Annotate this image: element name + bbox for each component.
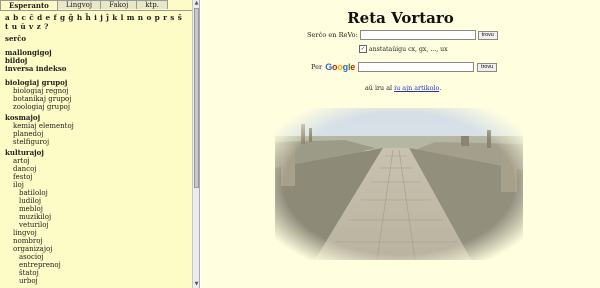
nav-link-inversa-indekso[interactable]: inversa indekso: [5, 65, 192, 73]
google-letter: e: [350, 62, 356, 72]
search-input[interactable]: [359, 30, 476, 40]
google-search-button[interactable]: trovu: [477, 62, 498, 72]
nav-link-zoologiaj-grupoj[interactable]: zoologiaj grupoj: [5, 103, 192, 111]
main-pane: Reta Vortaro Serĉo en ReVo: trovu ✓ anst…: [201, 0, 600, 288]
search-button[interactable]: trovu: [477, 30, 498, 40]
nav-scrollbar[interactable]: ▲ ▼: [192, 0, 200, 288]
scroll-up-icon[interactable]: ▲: [193, 0, 200, 7]
nav-link-mebloj[interactable]: mebloj: [5, 205, 192, 213]
random-article-line: aŭ iru al iu ajn artikolo.: [365, 84, 441, 92]
alphabet-index[interactable]: a b c ĉ d e f g ĝ h ĥ i j ĵ k l m n o p …: [0, 11, 192, 35]
nav-section-culture: kulturajoj artoj dancoj festoj iloj bati…: [0, 149, 192, 286]
tab-ktp[interactable]: ktp.: [136, 0, 169, 9]
navigation-pane: Esperanto Lingvoj Fakoj ktp. a b c ĉ d e…: [0, 0, 193, 288]
nav-link-ludiloj[interactable]: ludiloj: [5, 197, 192, 205]
scrollbar-thumb[interactable]: [194, 8, 199, 188]
nav-section-cosmos: kosmajoj kemiaj elementoj planedoj stelf…: [0, 114, 192, 147]
google-logo: Google: [325, 62, 355, 72]
nav-link-urboj[interactable]: urboj: [5, 277, 192, 285]
random-article-link[interactable]: iu ajn artikolo: [394, 84, 439, 92]
nav-link-planedoj[interactable]: planedoj: [5, 130, 192, 138]
nav-link-serco[interactable]: serĉo: [5, 35, 192, 43]
nav-link-entreprenoj[interactable]: entreprenoj: [5, 261, 192, 269]
nav-link-botanikaj-grupoj[interactable]: botanikaj grupoj: [5, 95, 192, 103]
random-prefix: aŭ iru al: [365, 84, 393, 92]
nav-link-veturiloj[interactable]: veturiloj: [5, 221, 192, 229]
tab-esperanto[interactable]: Esperanto: [0, 0, 58, 10]
nav-link-iloj[interactable]: iloj: [5, 181, 192, 189]
nav-link-muzikiloj[interactable]: muzikiloj: [5, 213, 192, 221]
nav-link-nombroj[interactable]: nombroj: [5, 237, 192, 245]
google-search-input[interactable]: [358, 62, 475, 72]
nav-section-search: serĉo: [0, 35, 192, 43]
nav-link-biologiaj-regnoj[interactable]: biologiaj regnoj: [5, 87, 192, 95]
nav-link-kemiaj-elementoj[interactable]: kemiaj elementoj: [5, 122, 192, 130]
tab-fakoj[interactable]: Fakoj: [100, 0, 138, 9]
nav-link-batiloloj[interactable]: batiloloj: [5, 189, 192, 197]
nav-link-festoj[interactable]: festoj: [5, 173, 192, 181]
nav-link-dancoj[interactable]: dancoj: [5, 165, 192, 173]
replace-option-row: ✓ anstataŭigu cx, gx, ..., ux: [359, 45, 448, 53]
per-label: Per: [311, 63, 323, 71]
scroll-down-icon[interactable]: ▼: [193, 281, 200, 288]
tab-lingvoj[interactable]: Lingvoj: [56, 0, 102, 9]
nav-link-mallongigoj[interactable]: mallongigoj: [5, 49, 192, 57]
nav-heading-kulturajoj[interactable]: kulturajoj: [5, 149, 192, 157]
tab-bar: Esperanto Lingvoj Fakoj ktp.: [0, 0, 192, 11]
nav-heading-biology[interactable]: biologiaj grupoj: [5, 79, 192, 87]
replace-checkbox-label: anstataŭigu cx, gx, ..., ux: [369, 45, 448, 53]
nav-section-biology: biologiaj grupoj biologiaj regnoj botani…: [0, 79, 192, 112]
google-letter: G: [325, 62, 333, 72]
roman-road-image: [275, 108, 523, 260]
google-search-row: Per Google trovu: [311, 62, 498, 72]
nav-heading-kosmajoj[interactable]: kosmajoj: [5, 114, 192, 122]
revo-search-row: Serĉo en ReVo: trovu: [307, 30, 498, 40]
nav-link-statoj[interactable]: ŝtatoj: [5, 269, 192, 277]
replace-checkbox[interactable]: ✓: [359, 45, 367, 53]
nav-link-asocioj[interactable]: asocioj: [5, 253, 192, 261]
nav-link-artoj[interactable]: artoj: [5, 157, 192, 165]
nav-link-lingvoj[interactable]: lingvoj: [5, 229, 192, 237]
page-title: Reta Vortaro: [347, 9, 454, 27]
search-label: Serĉo en ReVo:: [307, 31, 358, 39]
nav-section-links: mallongigoj bildoj inversa indekso: [0, 49, 192, 73]
nav-link-stelfiguroj[interactable]: stelfiguroj: [5, 138, 192, 146]
nav-link-organizajoj[interactable]: organizajoj: [5, 245, 192, 253]
random-suffix: .: [439, 84, 442, 92]
